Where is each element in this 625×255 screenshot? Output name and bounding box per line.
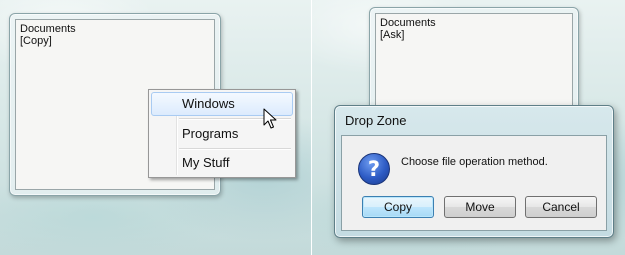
left-desktop-panel: Documents [Copy] Windows Programs My Stu… — [0, 0, 311, 255]
copy-button[interactable]: Copy — [362, 196, 434, 218]
dialog-title: Drop Zone — [345, 113, 407, 128]
gadget-folder-name: Documents — [20, 23, 76, 35]
gadget-label: Documents [Ask] — [380, 17, 436, 41]
gadget-folder-name: Documents — [380, 17, 436, 29]
context-menu: Windows Programs My Stuff — [148, 89, 296, 178]
dialog-body: ? Choose file operation method. Copy Mov… — [341, 135, 607, 231]
gadget-mode: [Copy] — [20, 35, 52, 47]
cancel-button[interactable]: Cancel — [525, 196, 597, 218]
move-button[interactable]: Move — [444, 196, 516, 218]
mouse-pointer-icon — [263, 108, 277, 129]
gadget-mode: [Ask] — [380, 29, 405, 41]
dialog-message: Choose file operation method. — [401, 156, 548, 168]
gadget-label: Documents [Copy] — [20, 23, 76, 47]
drop-zone-area[interactable]: Documents [Ask] — [375, 13, 573, 118]
menu-item-my-stuff[interactable]: My Stuff — [151, 151, 293, 175]
question-icon: ? — [358, 153, 390, 185]
menu-separator — [179, 148, 291, 150]
drop-zone-dialog: Drop Zone ? Choose file operation method… — [334, 105, 614, 238]
